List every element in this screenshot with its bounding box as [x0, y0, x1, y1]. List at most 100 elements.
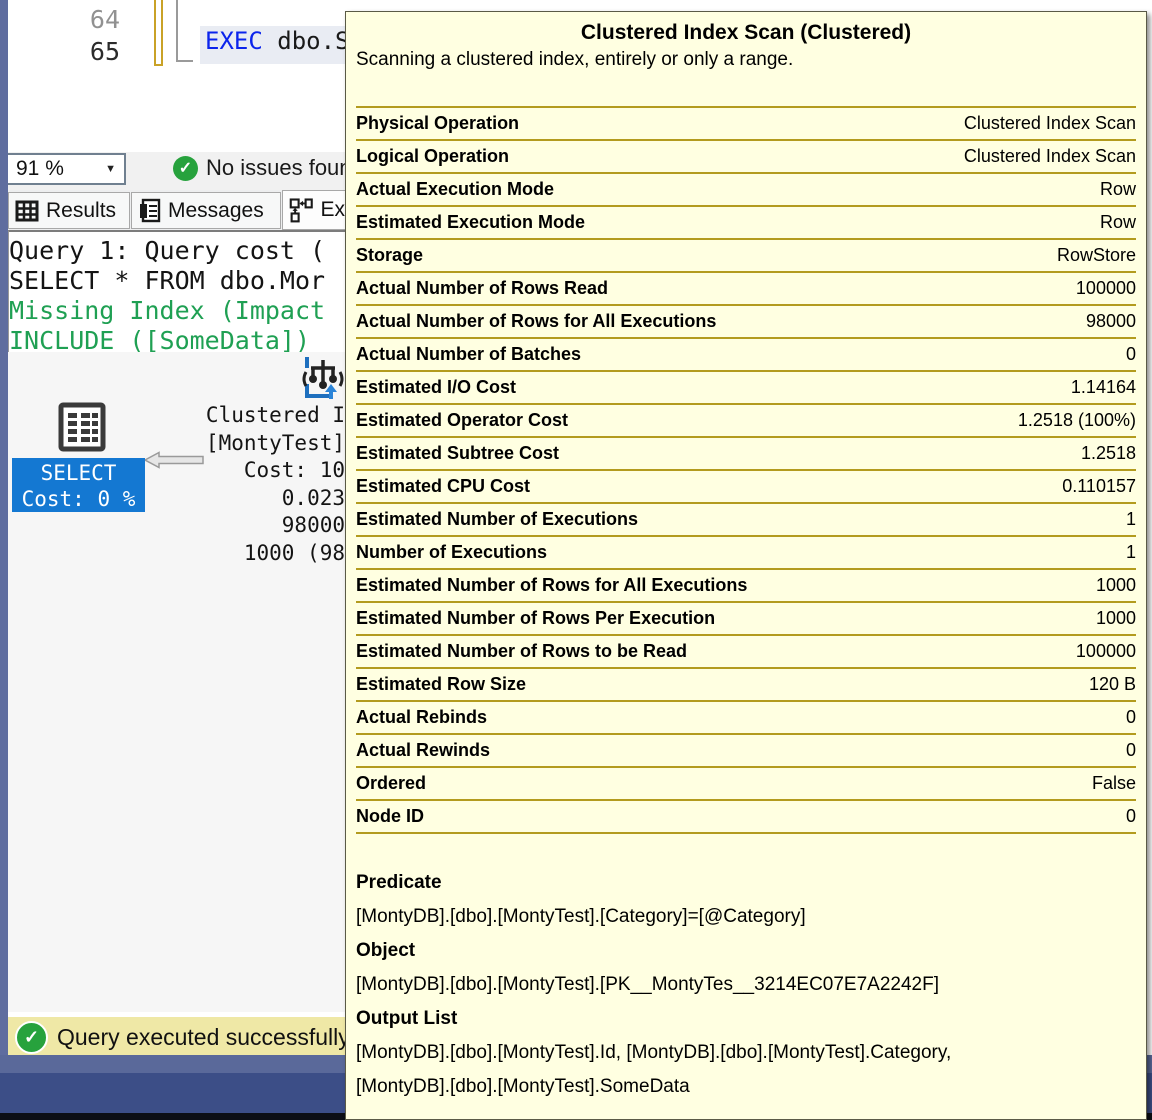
- tooltip-property-row: Estimated Number of Rows Per Execution 10…: [356, 603, 1136, 636]
- window-left-edge: [0, 0, 8, 1055]
- editor-status-strip: 91 % ▼ ✓ No issues foun: [8, 152, 345, 190]
- tooltip-property-row: Estimated Operator Cost1.2518 (100%): [356, 405, 1136, 438]
- scan-node-line: 1000 (98: [8, 540, 345, 568]
- tooltip-property-row: Ordered False: [356, 768, 1136, 801]
- chevron-down-icon: ▼: [105, 163, 116, 175]
- property-value: 0.110157: [1062, 476, 1136, 497]
- property-value: 1: [1126, 509, 1136, 530]
- scan-node-line: 98000: [8, 512, 345, 540]
- status-message: Query executed successfully: [57, 1024, 345, 1051]
- tooltip-property-row: Actual Execution Mode Row: [356, 174, 1136, 207]
- tooltip-title: Clustered Index Scan (Clustered): [356, 21, 1136, 45]
- property-label: Logical Operation: [356, 146, 509, 167]
- property-value: Row: [1100, 179, 1136, 200]
- section-value-line: [MontyDB].[dbo].[MontyTest].[PK__MontyTe…: [356, 968, 1136, 1002]
- property-label: Estimated Execution Mode: [356, 212, 585, 233]
- property-label: Storage: [356, 245, 423, 266]
- select-plan-node[interactable]: SELECT Cost: 0 %: [12, 458, 145, 512]
- tooltip-rows: Physical OperationClustered Index ScanLo…: [356, 106, 1136, 834]
- tooltip-subtitle: Scanning a clustered index, entirely or …: [356, 49, 1136, 71]
- section-value-line: [MontyDB].[dbo].[MontyTest].SomeData: [356, 1070, 1136, 1104]
- property-value: Row: [1100, 212, 1136, 233]
- tooltip-property-row: Number of Executions1: [356, 537, 1136, 570]
- tooltip-property-row: Logical Operation Clustered Index Scan: [356, 141, 1136, 174]
- property-value: 0: [1126, 806, 1136, 827]
- tooltip-property-row: Estimated I/O Cost 1.14164: [356, 372, 1136, 405]
- ssms-window: 64 65 EXEC dbo.Sn 91 % ▼ ✓ No issues fou…: [0, 0, 1152, 1120]
- property-label: Estimated Number of Executions: [356, 509, 638, 530]
- tab-label: Results: [46, 199, 116, 223]
- property-label: Estimated Operator Cost: [356, 410, 568, 431]
- tooltip-property-row: Estimated Execution Mode Row: [356, 207, 1136, 240]
- results-line: Missing Index (Impact: [9, 296, 345, 326]
- property-value: 120 B: [1089, 674, 1136, 695]
- section-label: Object: [356, 934, 1136, 968]
- tab-results[interactable]: Results: [8, 192, 130, 229]
- execution-plan-canvas[interactable]: Clustered I[MontyTest]Cost: 100.02398000…: [8, 352, 345, 1012]
- property-value: 100000: [1076, 278, 1136, 299]
- property-label: Actual Rewinds: [356, 740, 490, 761]
- property-value: 0: [1126, 740, 1136, 761]
- property-label: Number of Executions: [356, 542, 547, 563]
- results-text-panel[interactable]: Query 1: Query cost (SELECT * FROM dbo.M…: [8, 230, 345, 352]
- property-value: 1000: [1096, 575, 1136, 596]
- tooltip-property-row: Estimated Number of Rows for All Executi…: [356, 570, 1136, 603]
- select-node-title: SELECT: [12, 460, 145, 486]
- tooltip-property-row: Estimated Row Size 120 B: [356, 669, 1136, 702]
- property-label: Ordered: [356, 773, 426, 794]
- property-label: Estimated CPU Cost: [356, 476, 530, 497]
- property-label: Actual Rebinds: [356, 707, 487, 728]
- change-tracking-bar: [154, 0, 163, 66]
- property-label: Actual Number of Rows for All Executions: [356, 311, 716, 332]
- tooltip-property-row: Actual Rewinds 0: [356, 735, 1136, 768]
- property-label: Estimated Subtree Cost: [356, 443, 559, 464]
- issues-text: No issues foun: [206, 155, 345, 181]
- query-editor[interactable]: 64 65 EXEC dbo.Sn: [8, 0, 345, 152]
- property-label: Actual Execution Mode: [356, 179, 554, 200]
- tab-execution-plan[interactable]: Ex: [282, 190, 345, 230]
- property-label: Estimated Number of Rows for All Executi…: [356, 575, 747, 596]
- property-label: Actual Number of Batches: [356, 344, 581, 365]
- property-value: False: [1092, 773, 1136, 794]
- tab-label: Ex: [320, 198, 345, 222]
- section-label: Output List: [356, 1002, 1136, 1036]
- results-line: INCLUDE ([SomeData]): [9, 326, 345, 352]
- plan-edge-arrow: [144, 451, 204, 469]
- results-line: Query 1: Query cost (: [9, 236, 345, 266]
- property-label: Actual Number of Rows Read: [356, 278, 608, 299]
- property-value: 1.14164: [1071, 377, 1136, 398]
- property-label: Node ID: [356, 806, 424, 827]
- tooltip-property-row: Estimated CPU Cost 0.110157: [356, 471, 1136, 504]
- tooltip-property-row: Estimated Subtree Cost 1.2518: [356, 438, 1136, 471]
- issues-indicator[interactable]: ✓ No issues foun: [173, 155, 345, 181]
- operator-tooltip: Clustered Index Scan (Clustered) Scannin…: [345, 11, 1147, 1120]
- property-value: 1000: [1096, 608, 1136, 629]
- property-value: 1.2518: [1081, 443, 1136, 464]
- zoom-level-value: 91 %: [16, 157, 64, 181]
- tooltip-property-row: Physical OperationClustered Index Scan: [356, 108, 1136, 141]
- property-value: RowStore: [1057, 245, 1136, 266]
- select-node-cost: Cost: 0 %: [12, 486, 145, 512]
- query-status-bar: ✓ Query executed successfully: [8, 1017, 345, 1057]
- tooltip-property-row: Storage RowStore: [356, 240, 1136, 273]
- property-label: Estimated Row Size: [356, 674, 526, 695]
- property-label: Estimated I/O Cost: [356, 377, 516, 398]
- property-value: 0: [1126, 707, 1136, 728]
- property-label: Estimated Number of Rows Per Execution: [356, 608, 715, 629]
- tooltip-property-row: Actual Number of Rows Read 100000: [356, 273, 1136, 306]
- check-circle-icon: ✓: [173, 156, 198, 181]
- results-grid-icon: [15, 200, 39, 222]
- zoom-level-dropdown[interactable]: 91 % ▼: [8, 153, 126, 185]
- tab-messages[interactable]: Messages: [131, 192, 281, 229]
- code-line[interactable]: EXEC dbo.Sn: [200, 26, 345, 64]
- property-value: Clustered Index Scan: [964, 146, 1136, 167]
- property-label: Estimated Number of Rows to be Read: [356, 641, 687, 662]
- line-number: 65: [78, 37, 120, 66]
- tooltip-property-row: Estimated Number of Executions 1: [356, 504, 1136, 537]
- property-value: 0: [1126, 344, 1136, 365]
- section-label: Predicate: [356, 866, 1136, 900]
- property-value: Clustered Index Scan: [964, 113, 1136, 134]
- property-value: 98000: [1086, 311, 1136, 332]
- results-tab-bar: Results Messages Ex: [8, 190, 345, 230]
- sql-keyword: EXEC: [205, 27, 263, 55]
